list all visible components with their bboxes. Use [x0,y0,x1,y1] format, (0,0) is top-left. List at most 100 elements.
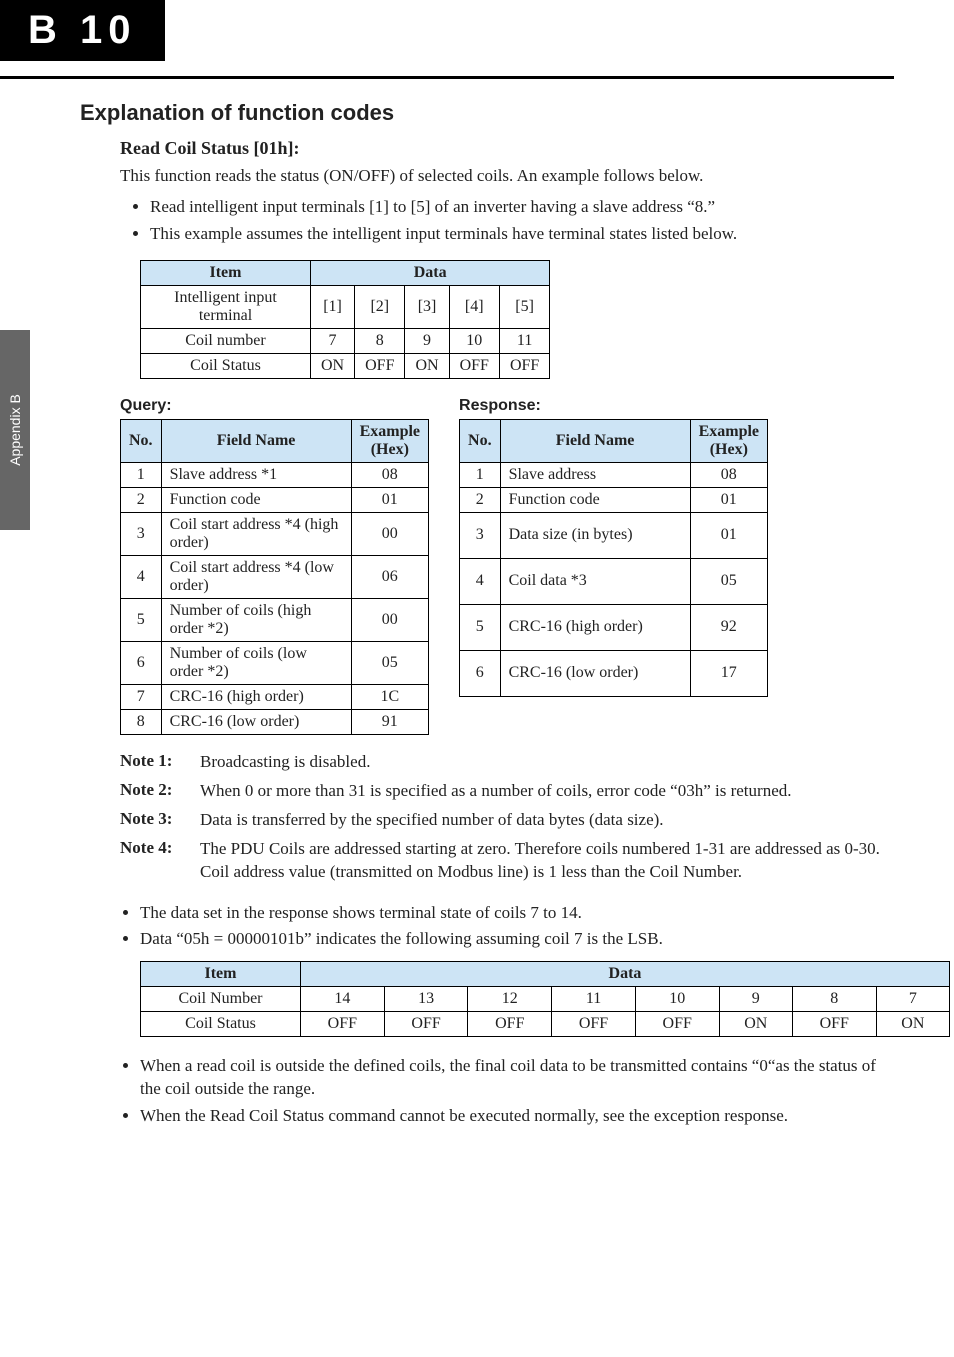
side-tab: Appendix B [0,330,30,530]
cell: OFF [384,1012,468,1037]
cell: 8 [792,987,876,1012]
cell: OFF [635,1012,719,1037]
note-label: Note 3: [120,809,200,832]
row-label: Intelligent input terminal [141,285,311,328]
cell: 13 [384,987,468,1012]
table-row: 6CRC-16 (low order)17 [460,650,768,696]
page-tab: B 10 [0,0,165,61]
tab-letter: B [28,8,63,52]
intro-paragraph: This function reads the status (ON/OFF) … [120,165,894,188]
response-column: Response: No. Field Name Example (Hex) 1… [459,397,768,735]
cell: ON [311,353,355,378]
cell: 8 [355,328,405,353]
table-row: 4Coil data *305 [460,558,768,604]
col-header: Field Name [161,419,351,462]
cell: OFF [301,1012,385,1037]
table-row: 8CRC-16 (low order)91 [121,709,429,734]
cell: OFF [792,1012,876,1037]
intro-bullets: Read intelligent input terminals [1] to … [150,196,894,246]
bullet-item: The data set in the response shows termi… [140,902,894,925]
cell: 12 [468,987,552,1012]
note-text: When 0 or more than 31 is specified as a… [200,780,894,803]
table-row: 1Slave address *108 [121,462,429,487]
col-header: Example (Hex) [351,419,428,462]
cell: OFF [499,353,549,378]
note-label: Note 4: [120,838,200,884]
cell: 10 [449,328,499,353]
row-label: Coil Number [141,987,301,1012]
cell: OFF [355,353,405,378]
cell: 7 [876,987,949,1012]
top-rule [0,76,894,79]
cell: 7 [311,328,355,353]
query-table: No. Field Name Example (Hex) 1Slave addr… [120,419,429,735]
cell: ON [405,353,449,378]
response-table: No. Field Name Example (Hex) 1Slave addr… [459,419,768,697]
subsection-title: Read Coil Status [01h]: [120,138,894,159]
col-header: Example (Hex) [690,419,767,462]
end-bullets: When a read coil is outside the defined … [140,1055,894,1128]
row-label: Coil Status [141,353,311,378]
table-header-item: Item [141,260,311,285]
cell: OFF [468,1012,552,1037]
table-row: Intelligent input terminal [1] [2] [3] [… [141,285,550,328]
cell: OFF [552,1012,636,1037]
cell: 11 [499,328,549,353]
table-row: 5CRC-16 (high order)92 [460,604,768,650]
bullet-item: When the Read Coil Status command cannot… [140,1105,894,1128]
query-response-row: Query: No. Field Name Example (Hex) 1Sla… [120,397,894,735]
note-label: Note 2: [120,780,200,803]
note-row: Note 3:Data is transferred by the specif… [120,809,894,832]
bullet-item: When a read coil is outside the defined … [140,1055,894,1101]
col-header: No. [121,419,162,462]
table-header-data: Data [301,962,950,987]
cell: 10 [635,987,719,1012]
table-row: Coil number 7 8 9 10 11 [141,328,550,353]
cell: 9 [405,328,449,353]
table-row: 5Number of coils (high order *2)00 [121,598,429,641]
cell: 11 [552,987,636,1012]
note-text: Data is transferred by the specified num… [200,809,894,832]
col-header: No. [460,419,501,462]
table-row: 6Number of coils (low order *2)05 [121,641,429,684]
table-row: 4Coil start address *4 (low order)06 [121,555,429,598]
mid-bullets: The data set in the response shows termi… [140,902,894,952]
cell: [1] [311,285,355,328]
cell: OFF [449,353,499,378]
table-row: 2Function code01 [460,487,768,512]
cell: 14 [301,987,385,1012]
note-text: The PDU Coils are addressed starting at … [200,838,894,884]
bullet-item: Read intelligent input terminals [1] to … [150,196,894,219]
table-row: Coil Status OFF OFF OFF OFF OFF ON OFF O… [141,1012,950,1037]
page: B 10 Appendix B Explanation of function … [0,0,954,1357]
col-header: Field Name [500,419,690,462]
row-label: Coil number [141,328,311,353]
content: Explanation of function codes Read Coil … [80,100,894,1128]
cell: [5] [499,285,549,328]
side-tab-label: Appendix B [7,394,23,466]
query-title: Query: [120,397,429,415]
coil-status-table: Item Data Coil Number 14 13 12 11 10 9 8… [140,961,950,1037]
cell: [2] [355,285,405,328]
cell: [4] [449,285,499,328]
table-header-item: Item [141,962,301,987]
response-title: Response: [459,397,768,415]
note-row: Note 4:The PDU Coils are addressed start… [120,838,894,884]
notes-block: Note 1:Broadcasting is disabled. Note 2:… [120,751,894,884]
table-row: 7CRC-16 (high order)1C [121,684,429,709]
note-row: Note 1:Broadcasting is disabled. [120,751,894,774]
table-header-data: Data [311,260,550,285]
intelligent-input-table: Item Data Intelligent input terminal [1]… [140,260,550,379]
table-row: 3Coil start address *4 (high order)00 [121,512,429,555]
query-column: Query: No. Field Name Example (Hex) 1Sla… [120,397,429,735]
table-row: Coil Status ON OFF ON OFF OFF [141,353,550,378]
table-row: 1Slave address08 [460,462,768,487]
row-label: Coil Status [141,1012,301,1037]
cell: [3] [405,285,449,328]
section-title: Explanation of function codes [80,100,894,126]
cell: ON [876,1012,949,1037]
cell: ON [719,1012,792,1037]
cell: 9 [719,987,792,1012]
note-text: Broadcasting is disabled. [200,751,894,774]
note-row: Note 2:When 0 or more than 31 is specifi… [120,780,894,803]
